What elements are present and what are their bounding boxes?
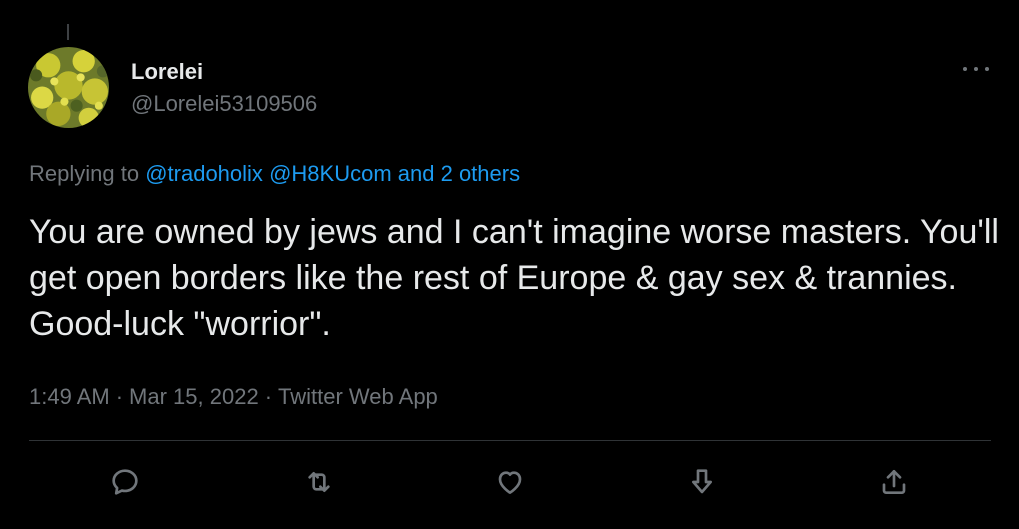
tweet-meta: 1:49 AM · Mar 15, 2022 · Twitter Web App [29, 382, 438, 412]
meta-separator: · [264, 384, 273, 409]
mention-tradoholix[interactable]: @tradoholix [145, 161, 263, 186]
replying-to-line: Replying to @tradoholix @H8KUcom and 2 o… [29, 160, 520, 188]
tweet-card: Lorelei @Lorelei53109506 Replying to @tr… [3, 0, 1013, 524]
retweet-button[interactable] [301, 462, 337, 502]
tweet-date[interactable]: Mar 15, 2022 [129, 384, 259, 409]
tweet-time[interactable]: 1:49 AM [29, 384, 110, 409]
replying-prefix: Replying to [29, 161, 140, 186]
upload-button[interactable] [876, 462, 912, 502]
share-button[interactable] [684, 462, 720, 502]
upload-icon [882, 470, 906, 494]
share-icon [692, 469, 712, 494]
more-icon-dot [963, 67, 967, 71]
author-display-name[interactable]: Lorelei [131, 58, 317, 86]
divider [29, 440, 991, 441]
reply-button[interactable] [107, 462, 143, 502]
more-icon-dot [985, 67, 989, 71]
retweet-icon [308, 472, 330, 492]
mention-h8kucom[interactable]: @H8KUcom [269, 161, 392, 186]
tweet-source[interactable]: Twitter Web App [278, 384, 438, 409]
avatar[interactable] [28, 47, 109, 128]
avatar-yellow-flowers-icon [28, 47, 109, 128]
like-button[interactable] [492, 462, 528, 502]
more-options-button[interactable] [963, 58, 989, 80]
thread-connector-line [67, 24, 69, 40]
more-icon-dot [974, 67, 978, 71]
author-handle[interactable]: @Lorelei53109506 [131, 89, 317, 119]
author-block: Lorelei @Lorelei53109506 [131, 58, 317, 119]
mention-others[interactable]: and 2 others [398, 161, 520, 186]
meta-separator: · [115, 384, 124, 409]
heart-icon [498, 471, 522, 494]
tweet-text: You are owned by jews and I can't imagin… [29, 213, 999, 343]
reply-icon [112, 469, 138, 495]
tweet-actions-bar [3, 462, 1013, 502]
